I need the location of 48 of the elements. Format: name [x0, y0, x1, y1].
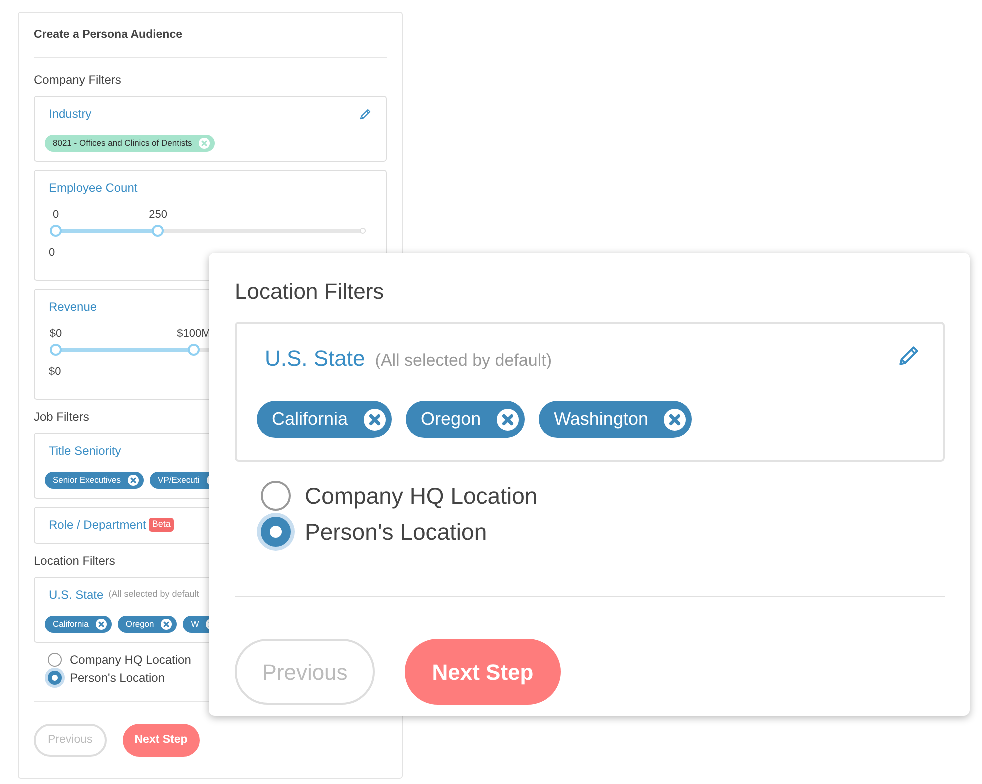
remove-icon[interactable]: [664, 408, 686, 430]
pencil-icon[interactable]: [359, 108, 372, 121]
slider-handle[interactable]: [50, 344, 62, 356]
dialog-title: Location Filters: [235, 278, 386, 306]
filter-note: (All selected by default: [108, 588, 200, 601]
panel-title: Create a Persona Audience: [34, 27, 387, 58]
tag-chip[interactable]: 8021 - Offices and Clinics of Dentists: [45, 135, 216, 152]
radio-button[interactable]: [261, 481, 291, 511]
slider-handle[interactable]: [152, 225, 164, 237]
slider-label: $0: [50, 327, 62, 342]
radio-button[interactable]: [48, 652, 62, 666]
slider-handle[interactable]: [188, 344, 200, 356]
tag-chip[interactable]: California: [257, 401, 392, 438]
slider-label: 0: [52, 208, 60, 223]
tag-chip[interactable]: Oregon: [406, 401, 526, 438]
remove-icon[interactable]: [364, 408, 386, 430]
next-step-button[interactable]: Next Step: [405, 639, 561, 705]
filter-title[interactable]: Employee Count: [49, 179, 138, 197]
slider-value: 0: [49, 246, 56, 261]
remove-icon[interactable]: [497, 408, 520, 430]
filter-title[interactable]: Title Seniority: [49, 442, 122, 460]
tag-chip[interactable]: Senior Executives: [45, 472, 144, 489]
pencil-icon[interactable]: [897, 344, 921, 368]
radio-label[interactable]: Company HQ Location: [70, 650, 192, 668]
radio-button[interactable]: [48, 670, 62, 684]
filter-title[interactable]: Industry: [49, 105, 92, 124]
section-heading: Company Filters: [34, 72, 122, 90]
next-step-button[interactable]: Next Step: [122, 724, 200, 757]
filter-title[interactable]: U.S. State: [265, 342, 366, 375]
filter-note: (All selected by default): [375, 350, 552, 372]
beta-badge: Beta: [149, 518, 174, 532]
remove-icon[interactable]: [96, 618, 107, 630]
tag-chip[interactable]: California: [45, 616, 112, 632]
slider-handle[interactable]: [50, 225, 62, 237]
tag-chip[interactable]: Washington: [539, 401, 692, 438]
remove-icon[interactable]: [161, 618, 172, 630]
remove-icon[interactable]: [128, 474, 140, 486]
filter-title[interactable]: Revenue: [49, 298, 98, 316]
section-heading: Job Filters: [34, 409, 90, 426]
slider-label: 250: [149, 208, 168, 223]
filter-title[interactable]: U.S. State: [49, 586, 104, 604]
section-heading: Location Filters: [34, 552, 116, 570]
tag-chip[interactable]: Oregon: [118, 616, 178, 632]
filter-title[interactable]: Role / Department: [49, 516, 146, 534]
slider-value: $0: [49, 365, 62, 380]
radio-label[interactable]: Company HQ Location: [305, 478, 538, 514]
radio-label[interactable]: Person's Location: [70, 668, 166, 686]
radio-label[interactable]: Person's Location: [305, 514, 488, 550]
